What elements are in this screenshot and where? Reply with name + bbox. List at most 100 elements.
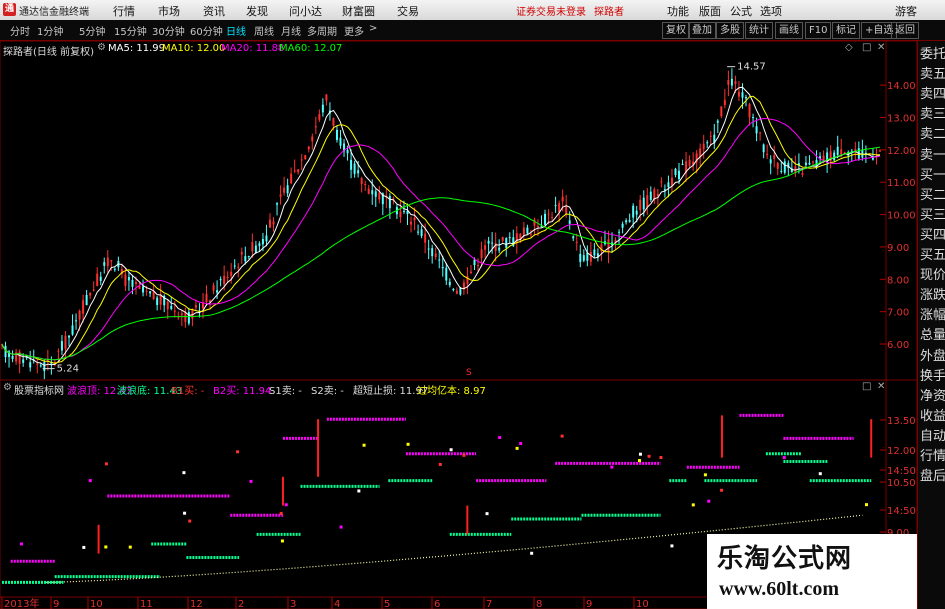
signal-dot	[638, 459, 642, 463]
candle-body	[346, 149, 349, 154]
candle-body	[106, 257, 109, 267]
candle-body	[127, 277, 130, 281]
candle-body	[551, 217, 554, 219]
candle-body	[452, 289, 455, 291]
signal-dot	[707, 499, 711, 503]
sidebar-item[interactable]: 卖三	[918, 105, 945, 125]
kline-chart[interactable]: 14.00 13.00 12.00 11.00 10.00 9.00 8.00 7.00 6.0…	[0, 0, 917, 609]
signal-dot	[659, 456, 663, 460]
candle-body	[184, 312, 187, 323]
candle-body	[300, 159, 303, 161]
candle-body	[487, 240, 490, 244]
indicator-field: S2卖: -	[311, 386, 344, 397]
sidebar-item[interactable]: 卖四	[918, 85, 945, 105]
sidebar-item[interactable]: 换手	[918, 367, 945, 387]
sidebar-item[interactable]: 外盘	[918, 347, 945, 367]
date-tick-label: 10	[90, 599, 103, 609]
candle-body	[156, 297, 159, 306]
sidebar-item[interactable]: 涨幅	[918, 306, 945, 326]
candle-body	[812, 161, 815, 163]
candle-body	[261, 239, 264, 245]
candle-body	[75, 320, 78, 322]
sidebar-item[interactable]: 盘后	[918, 467, 945, 487]
candle-body	[64, 335, 67, 349]
candle-body	[364, 183, 367, 185]
indicator-tick-label: 14:50	[887, 506, 916, 517]
candle-body	[191, 309, 194, 319]
candle-body	[762, 144, 765, 153]
date-tick-label: 9	[586, 599, 592, 609]
sidebar-item[interactable]: 净资	[918, 387, 945, 407]
signal-dot	[357, 489, 361, 493]
candle-body	[709, 135, 712, 137]
candle-body	[688, 159, 691, 166]
candle-body	[674, 168, 677, 175]
indicator-maximize-icon[interactable]: □	[862, 381, 871, 392]
candle-body	[134, 282, 137, 285]
sidebar-item[interactable]: 收益	[918, 407, 945, 427]
candle-body	[448, 281, 451, 286]
candle-body	[766, 154, 769, 156]
candle-body	[670, 177, 673, 186]
sidebar-item[interactable]: 卖五	[918, 65, 945, 85]
candle-body	[247, 255, 250, 257]
sidebar-item[interactable]: 委托	[918, 45, 945, 65]
candle-body	[660, 181, 663, 183]
price-tick-label: 11.00	[887, 178, 916, 189]
candle-body	[741, 92, 744, 98]
watermark: 乐淘公式网 www.60lt.com	[707, 534, 917, 609]
signal-dot	[104, 545, 108, 549]
candles	[1, 68, 881, 380]
sidebar-item[interactable]: 卖二	[918, 125, 945, 145]
sidebar-item[interactable]: 买四	[918, 226, 945, 246]
candle-body	[737, 91, 740, 97]
candle-body	[145, 290, 148, 292]
signal-dot	[485, 512, 489, 516]
signal-dot	[703, 473, 707, 477]
candle-body	[748, 104, 751, 118]
sidebar-item[interactable]: 现价	[918, 266, 945, 286]
candle-body	[794, 166, 797, 173]
candle-body	[187, 311, 190, 324]
candle-body	[529, 233, 532, 235]
candle-body	[314, 126, 317, 128]
signal-dot	[284, 503, 288, 507]
candle-body	[272, 221, 275, 225]
price-axis: 14.00 13.00 12.00 11.00 10.00 9.00 8.00 7.00 6.0…	[880, 81, 916, 351]
sidebar-item[interactable]: 涨跌	[918, 286, 945, 306]
candle-body	[434, 253, 437, 258]
candle-body	[727, 80, 730, 85]
sidebar-item[interactable]: 买二	[918, 186, 945, 206]
sidebar-item[interactable]: 行情	[918, 447, 945, 467]
sidebar-item[interactable]: 买五	[918, 246, 945, 266]
date-tick-label: 5	[384, 599, 390, 609]
indicator-close-icon[interactable]: ✕	[877, 381, 885, 392]
indicator-gear-icon[interactable]: ⚙	[3, 382, 12, 393]
sidebar-item[interactable]: 买三	[918, 206, 945, 226]
candle-body	[283, 187, 286, 193]
ma5-line	[1, 86, 881, 367]
candle-body	[480, 249, 483, 258]
sidebar-item[interactable]: 总量	[918, 326, 945, 346]
candle-body	[752, 117, 755, 119]
signal-dot	[560, 434, 564, 438]
candle-body	[536, 226, 539, 228]
signal-dot	[128, 545, 132, 549]
candle-body	[649, 191, 652, 200]
candle-body	[522, 227, 525, 235]
indicator-field: S1卖: -	[269, 386, 302, 397]
candle-body	[258, 243, 261, 246]
date-tick-label: 10	[636, 599, 649, 609]
sidebar-item[interactable]: 卖一	[918, 146, 945, 166]
indicator-field: B1买: -	[171, 386, 205, 397]
candle-body	[332, 118, 335, 126]
indicator-axis: 13.5012.0014:5010.5014:509.00	[880, 416, 916, 539]
candle-body	[420, 229, 423, 237]
signal-dot	[19, 542, 23, 546]
sidebar-item[interactable]: 自动	[918, 427, 945, 447]
sidebar-item[interactable]: 买一	[918, 166, 945, 186]
indicator-tick-label: 10.50	[887, 478, 916, 489]
s-marker: S	[466, 368, 472, 378]
candle-body	[226, 276, 229, 278]
candle-body	[681, 163, 684, 165]
